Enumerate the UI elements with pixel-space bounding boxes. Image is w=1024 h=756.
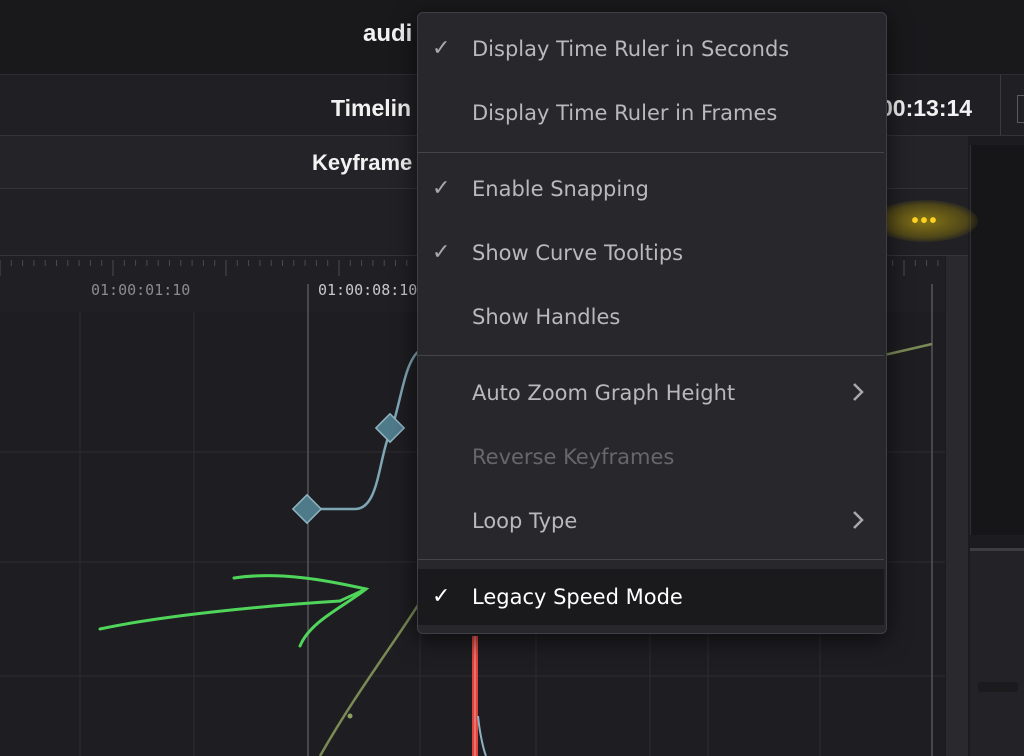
menu-item-label: Display Time Ruler in Seconds: [472, 37, 790, 61]
menu-item-show-handles[interactable]: Show Handles: [418, 289, 884, 345]
app-title: audi: [363, 20, 413, 47]
speed-curve-green-tail: [879, 342, 933, 358]
menu-separator: [418, 559, 884, 560]
timecode-display: 00:13:14: [880, 95, 973, 121]
menu-item-display-time-ruler-in-frames[interactable]: Display Time Ruler in Frames: [418, 85, 884, 141]
curve-point: [347, 713, 353, 719]
menu-item-auto-zoom-graph-height[interactable]: Auto Zoom Graph Height: [418, 365, 884, 421]
menu-item-label: Auto Zoom Graph Height: [472, 381, 736, 405]
menu-item-display-time-ruler-in-seconds[interactable]: ✓ Display Time Ruler in Seconds: [418, 21, 884, 77]
menu-item-loop-type[interactable]: Loop Type: [418, 493, 884, 549]
menu-item-reverse-keyframes: Reverse Keyframes: [418, 429, 884, 485]
chevron-right-icon: [853, 511, 864, 529]
keyframe-diamond[interactable]: [291, 493, 323, 525]
menu-separator: [418, 152, 884, 153]
panel-slot: [978, 682, 1018, 692]
inspector-panel: [970, 145, 1024, 535]
divider: [1000, 75, 1001, 135]
panel-toggle-icon[interactable]: [1017, 95, 1024, 123]
chevron-right-icon: [853, 383, 864, 401]
menu-item-label: Legacy Speed Mode: [472, 585, 683, 609]
menu-item-label: Show Curve Tooltips: [472, 241, 684, 265]
speed-curve-blue-tail: [477, 715, 487, 756]
keyframe-diamond[interactable]: [374, 412, 406, 444]
checkmark-icon: ✓: [432, 239, 451, 264]
vertical-scrollbar[interactable]: [946, 256, 968, 756]
speed-curve-green[interactable]: [318, 585, 432, 756]
menu-item-label: Show Handles: [472, 305, 621, 329]
keyframes-title: Keyframe: [312, 150, 413, 175]
menu-item-label: Display Time Ruler in Frames: [472, 101, 778, 125]
annotation-arrow: [98, 574, 370, 648]
checkmark-icon: ✓: [432, 35, 451, 60]
menu-item-legacy-speed-mode[interactable]: ✓ Legacy Speed Mode: [418, 569, 884, 625]
checkmark-icon: ✓: [432, 583, 451, 608]
timeline-title: Timelin: [331, 95, 412, 121]
lower-right-panel: [970, 548, 1024, 756]
menu-item-label: Enable Snapping: [472, 177, 649, 201]
options-menu: ✓ Display Time Ruler in Seconds Display Ti…: [417, 12, 887, 634]
menu-item-label: Loop Type: [472, 509, 578, 533]
resolve-keyframe-editor: audi Timelin 00:13:14 Keyframe 01:00:01:…: [0, 0, 1024, 756]
menu-item-show-curve-tooltips[interactable]: ✓ Show Curve Tooltips: [418, 225, 884, 281]
menu-item-label: Reverse Keyframes: [472, 445, 675, 469]
menu-item-enable-snapping[interactable]: ✓ Enable Snapping: [418, 161, 884, 217]
checkmark-icon: ✓: [432, 175, 451, 200]
more-options-button[interactable]: •••: [872, 200, 978, 242]
menu-separator: [418, 355, 884, 356]
